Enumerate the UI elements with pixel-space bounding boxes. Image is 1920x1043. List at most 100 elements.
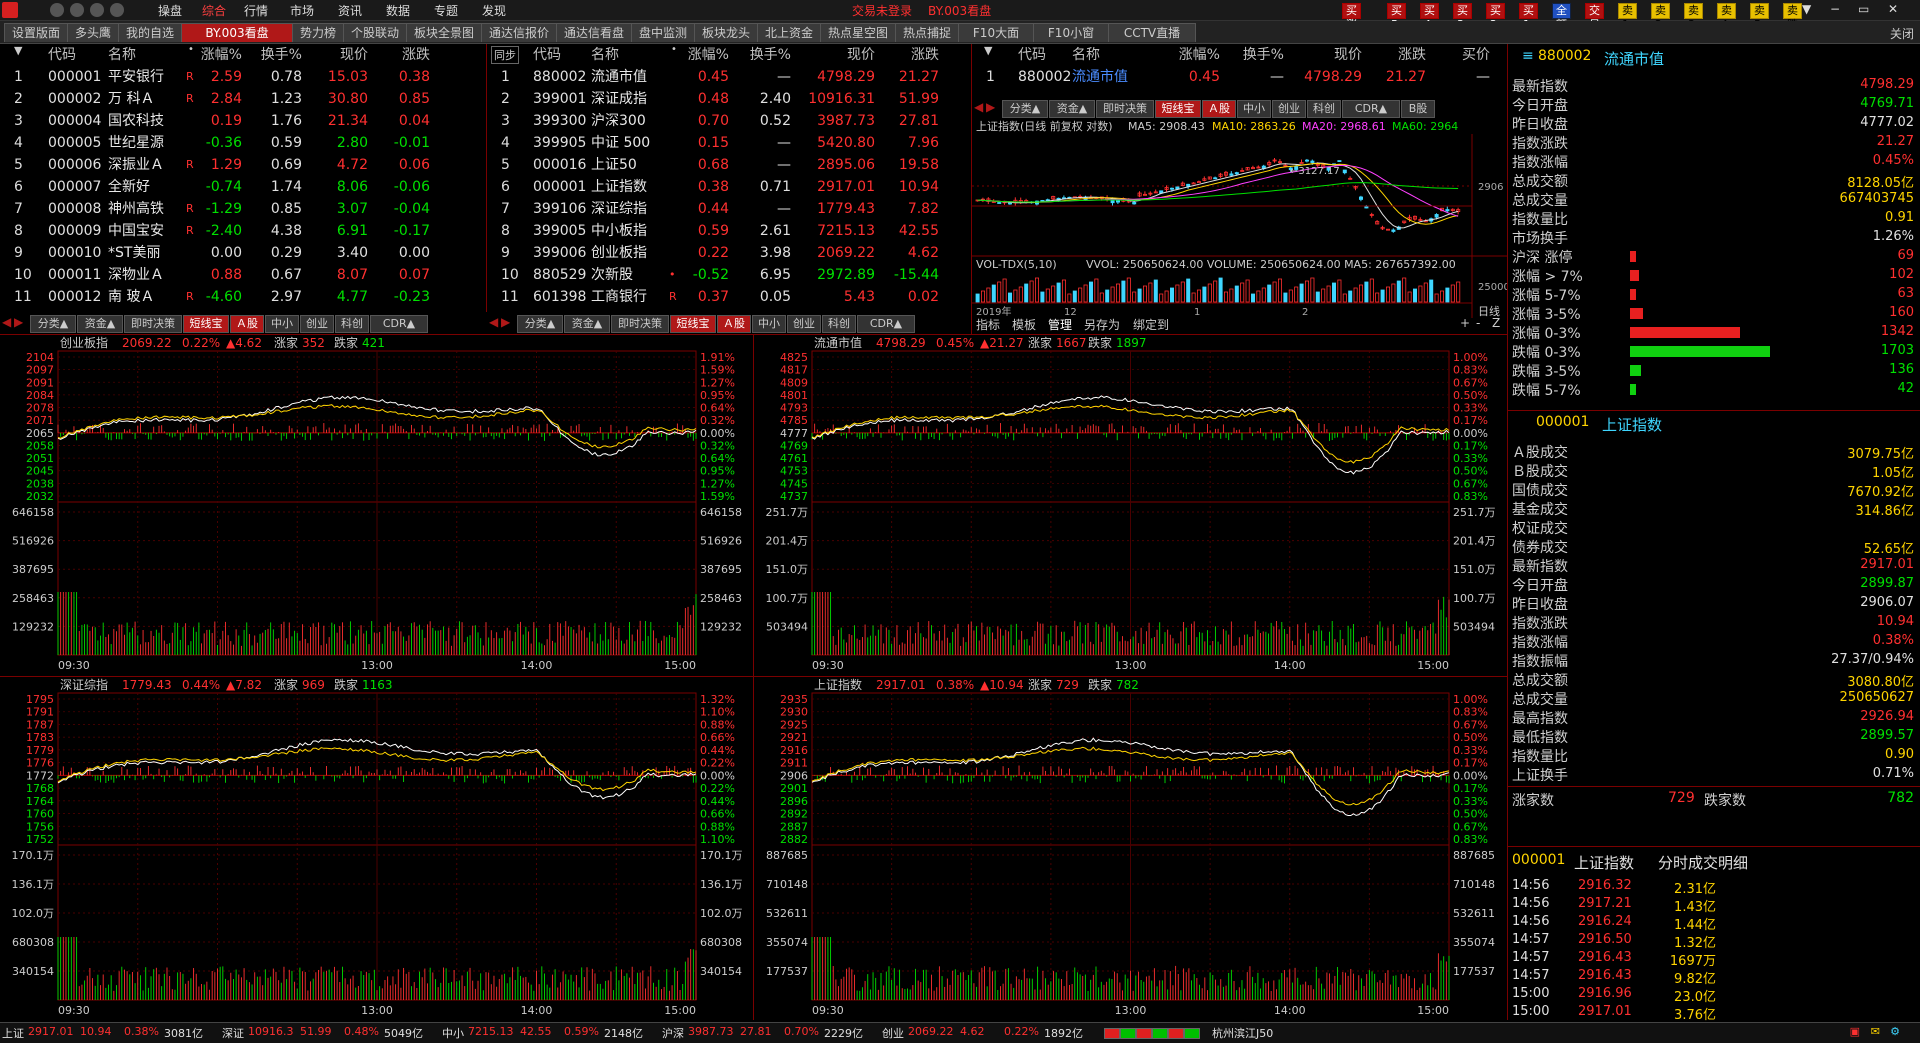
column-header[interactable]: 买价 xyxy=(1428,44,1490,64)
category-tab[interactable]: CDR▲ xyxy=(370,315,428,333)
scroll-left-icon[interactable]: ◀ xyxy=(974,100,983,114)
trade-button[interactable]: 买2 xyxy=(1486,3,1505,31)
table-row[interactable]: 5 000006 深振业Ａ R 1.29 0.69 4.72 0.06 xyxy=(0,154,485,176)
table-row[interactable]: 3 000004 国农科技 0.19 1.76 21.34 0.04 xyxy=(0,110,485,132)
category-tab[interactable]: 分类▲ xyxy=(1002,100,1048,118)
category-tab[interactable]: 创业 xyxy=(300,315,334,333)
menu-item-zhuanti[interactable]: 专题 xyxy=(434,2,458,19)
column-header[interactable]: 换手% xyxy=(1224,44,1284,64)
category-tab[interactable]: 分类▲ xyxy=(30,315,76,333)
column-header[interactable]: 名称 xyxy=(1072,44,1142,64)
column-header[interactable]: 涨跌 xyxy=(873,44,939,64)
column-header[interactable]: 现价 xyxy=(316,44,368,64)
column-header[interactable]: 名称 xyxy=(108,44,188,64)
trade-button[interactable]: 卖跌停 xyxy=(1783,3,1802,45)
trade-button[interactable]: 全额 xyxy=(1552,3,1571,31)
category-tab[interactable]: 中小 xyxy=(752,315,786,333)
trade-button[interactable]: 卖2 xyxy=(1651,3,1670,31)
message-icon[interactable]: ✉ xyxy=(1871,1025,1880,1038)
workspace-tab[interactable]: 我的自选 xyxy=(118,23,182,42)
table-row[interactable]: 3 399300 沪深300 0.70 0.52 3987.73 27.81 xyxy=(487,110,970,132)
category-tab[interactable]: 创业 xyxy=(787,315,821,333)
category-tab[interactable]: 资金▲ xyxy=(1049,100,1095,118)
category-tab[interactable]: 资金▲ xyxy=(564,315,610,333)
category-tab[interactable]: Ａ股 xyxy=(230,315,264,333)
category-tab[interactable]: CDR▲ xyxy=(1342,100,1400,118)
trade-button[interactable]: 卖3 xyxy=(1684,3,1703,31)
minimize-icon[interactable]: − xyxy=(1830,2,1840,16)
menu-item-faxian[interactable]: 发现 xyxy=(482,2,506,19)
column-header[interactable]: 代码 xyxy=(533,44,593,64)
zoom-reset-icon[interactable]: Z xyxy=(1492,316,1500,330)
column-header[interactable]: 换手% xyxy=(735,44,791,64)
nav-refresh-icon[interactable] xyxy=(90,3,104,17)
table-row[interactable]: 1 000001 平安银行 R 2.59 0.78 15.03 0.38 xyxy=(0,66,485,88)
category-tab[interactable]: 中小 xyxy=(1237,100,1271,118)
trade-button[interactable]: 买3 xyxy=(1453,3,1472,31)
table-row[interactable]: 6 000007 全新好 -0.74 1.74 8.06 -0.06 xyxy=(0,176,485,198)
sort-arrow-icon[interactable]: ▼ xyxy=(14,44,22,57)
table-row[interactable]: 10 880529 次新股 • -0.52 6.95 2972.89 -15.44 xyxy=(487,264,970,286)
panel-menu-icon[interactable]: ≡ xyxy=(1522,48,1534,64)
workspace-tab[interactable]: BY.003看盘 xyxy=(181,23,293,42)
table-row[interactable]: 8 399005 中小板指 0.59 2.61 7215.13 42.55 xyxy=(487,220,970,242)
sync-button[interactable]: 同步 xyxy=(491,46,519,64)
column-header[interactable]: 涨跌 xyxy=(1370,44,1426,64)
column-header[interactable]: 现价 xyxy=(787,44,875,64)
column-header[interactable]: 涨幅% xyxy=(190,44,242,64)
workspace-tab[interactable]: 盘中监测 xyxy=(631,23,695,42)
intraday-chart-gem[interactable]: 创业板指 2069.22 0.22% ▲4.62 涨家 352 跌家 421 2104 1.91%… xyxy=(0,335,754,675)
table-row[interactable]: 2 000002 万 科Ａ R 2.84 1.23 30.80 0.85 xyxy=(0,88,485,110)
column-header[interactable]: 换手% xyxy=(250,44,302,64)
nav-home-icon[interactable] xyxy=(110,3,124,17)
table-row[interactable]: 11 000012 南 玻Ａ R -4.60 2.97 4.77 -0.23 xyxy=(0,286,485,308)
scroll-left-icon[interactable]: ◀ xyxy=(2,315,11,329)
category-tab[interactable]: 即时决策 xyxy=(124,315,182,333)
category-tab[interactable]: Ａ股 xyxy=(717,315,751,333)
menu-item-hangqing[interactable]: 行情 xyxy=(244,2,268,19)
category-tab[interactable]: 即时决策 xyxy=(1096,100,1154,118)
table-row[interactable]: 7 399106 深证综指 0.44 — 1779.43 7.82 xyxy=(487,198,970,220)
table-row[interactable]: 9 000010 *ST美丽 0.00 0.29 3.40 0.00 xyxy=(0,242,485,264)
table-row[interactable]: 7 000008 神州高铁 R -1.29 0.85 3.07 -0.04 xyxy=(0,198,485,220)
scroll-right-icon[interactable]: ▶ xyxy=(501,315,510,329)
category-tab[interactable]: B股 xyxy=(1401,100,1435,118)
menu-item-shuju[interactable]: 数据 xyxy=(386,2,410,19)
kline-tool-button[interactable]: 绑定到 xyxy=(1133,316,1169,333)
kline-tool-button[interactable]: 管理 xyxy=(1048,316,1072,333)
trade-button[interactable]: 买1 xyxy=(1519,3,1538,31)
table-row[interactable]: 1 880002 流通市值 0.45 — 4798.29 21.27 xyxy=(487,66,970,88)
table-row[interactable]: 10 000011 深物业Ａ 0.88 0.67 8.07 0.07 xyxy=(0,264,485,286)
column-header[interactable]: 现价 xyxy=(1286,44,1362,64)
category-tab[interactable]: 短线宝 xyxy=(670,315,716,333)
table-row[interactable]: 4 399905 中证 500 0.15 — 5420.80 7.96 xyxy=(487,132,970,154)
category-tab[interactable]: 科创 xyxy=(335,315,369,333)
table-row[interactable]: 9 399006 创业板指 0.22 3.98 2069.22 4.62 xyxy=(487,242,970,264)
category-tab[interactable]: 科创 xyxy=(1307,100,1341,118)
scroll-right-icon[interactable]: ▶ xyxy=(986,100,995,114)
kline-tool-button[interactable]: 模板 xyxy=(1012,316,1036,333)
category-tab[interactable]: Ａ股 xyxy=(1202,100,1236,118)
workspace-tab[interactable]: 板块全景图 xyxy=(406,23,482,42)
category-tab[interactable]: 中小 xyxy=(265,315,299,333)
close-tab-button[interactable]: 关闭 xyxy=(1890,25,1914,42)
workspace-tab[interactable]: 热点星空图 xyxy=(820,23,896,42)
workspace-tab[interactable]: 个股联动 xyxy=(343,23,407,42)
workspace-tab[interactable]: 热点捕捉 xyxy=(895,23,959,42)
intraday-chart-float-cap[interactable]: 流通市值 4798.29 0.45% ▲21.27 涨家 1667 跌家 1897 4825 1.… xyxy=(754,335,1507,675)
maximize-icon[interactable]: ▭ xyxy=(1858,2,1869,16)
sort-arrow-icon[interactable]: ▼ xyxy=(984,44,992,57)
workspace-tab[interactable]: 北上资金 xyxy=(757,23,821,42)
trade-button[interactable]: 交易 xyxy=(1585,3,1604,31)
intraday-chart-sh-index[interactable]: 上证指数 2917.01 0.38% ▲10.94 涨家 729 跌家 782 2935 1.00… xyxy=(754,677,1507,1020)
category-tab[interactable]: 即时决策 xyxy=(611,315,669,333)
category-tab[interactable]: 创业 xyxy=(1272,100,1306,118)
menu-item-zixun[interactable]: 资讯 xyxy=(338,2,362,19)
table-row[interactable]: 6 000001 上证指数 0.38 0.71 2917.01 10.94 xyxy=(487,176,970,198)
category-tab[interactable]: 短线宝 xyxy=(1155,100,1201,118)
workspace-tab[interactable]: 通达信报价 xyxy=(481,23,557,42)
help-icon[interactable]: ▼ xyxy=(1802,2,1811,16)
table-row[interactable]: 5 000016 上证50 0.68 — 2895.06 19.58 xyxy=(487,154,970,176)
workspace-tab[interactable]: 通达信看盘 xyxy=(556,23,632,42)
category-tab[interactable]: 分类▲ xyxy=(517,315,563,333)
